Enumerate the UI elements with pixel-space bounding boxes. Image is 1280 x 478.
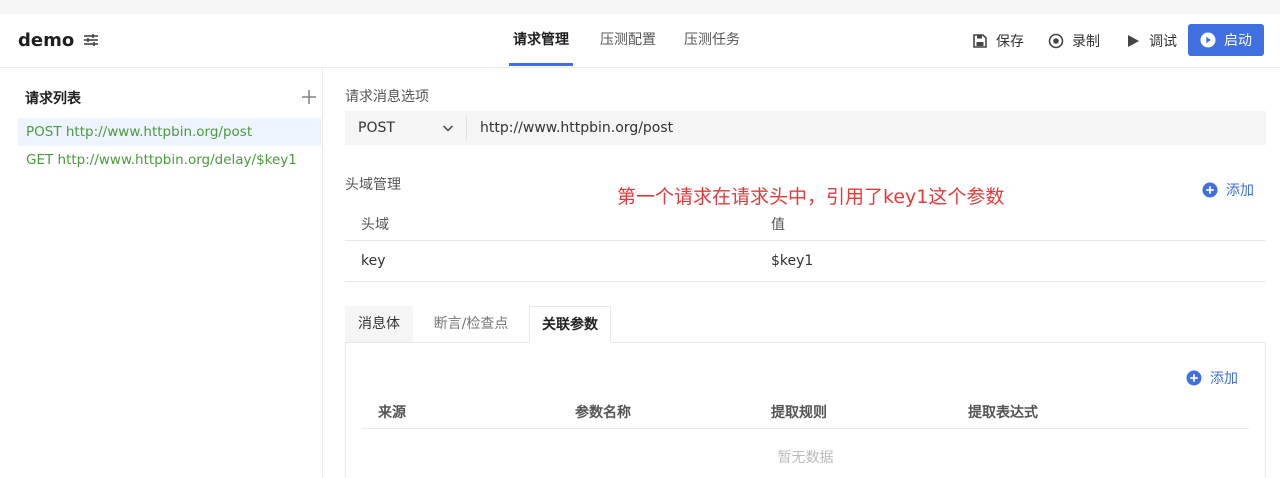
param-col-rule: 提取规则 [771,405,827,421]
debug-button[interactable]: 调试 [1125,30,1177,52]
sliders-icon[interactable] [82,31,100,49]
param-col-source: 来源 [378,405,406,421]
add-param-label: 添加 [1210,371,1238,387]
plus-circle-icon [1202,182,1218,198]
plus-circle-icon [1186,370,1202,386]
active-tab-underline [509,63,573,66]
add-header-label: 添加 [1226,183,1254,199]
tab-request-management[interactable]: 请求管理 [513,14,569,68]
tab-load-config[interactable]: 压测配置 [600,14,656,68]
url-input[interactable] [467,111,1266,145]
method-select[interactable]: POST [345,111,465,145]
record-icon [1048,33,1064,49]
plus-icon[interactable] [300,88,318,106]
header-row-value[interactable]: $key1 [771,253,813,269]
method-value: POST [358,120,395,136]
project-title: demo [18,30,75,51]
request-item-get[interactable]: GET http://www.httpbin.org/delay/$key1 [18,146,321,174]
request-item-post[interactable]: POST http://www.httpbin.org/post [18,118,321,146]
correlation-params-panel: 添加 来源 参数名称 提取规则 提取表达式 暂无数据 [345,342,1266,478]
start-label: 启动 [1224,33,1252,49]
save-button[interactable]: 保存 [972,30,1024,52]
param-col-name: 参数名称 [575,405,631,421]
add-header-button[interactable]: 添加 [1202,180,1254,200]
request-editor: 请求消息选项 POST 头域管理 第一个请求在请求头中，引用了key1这个参数 … [323,68,1280,478]
header-col-name: 头域 [361,217,389,233]
header-row-name[interactable]: key [361,253,386,269]
chevron-down-icon [442,125,454,132]
play-icon [1128,35,1139,47]
save-icon [973,34,987,48]
param-table-divider [362,428,1249,429]
add-param-button[interactable]: 添加 [1186,368,1238,388]
header-management-label: 头域管理 [345,177,401,193]
header-bar: demo 请求管理 压测配置 压测任务 保存 录制 调试 启动 [0,14,1280,68]
record-label: 录制 [1072,34,1100,50]
annotation-note: 第一个请求在请求头中，引用了key1这个参数 [617,186,1005,208]
header-row-divider [345,281,1266,282]
subtab-assertions[interactable]: 断言/检查点 [421,306,521,343]
debug-label: 调试 [1149,34,1177,50]
top-strip [0,0,1280,14]
tab-load-task[interactable]: 压测任务 [684,14,740,68]
save-label: 保存 [996,34,1024,50]
request-sidebar: 请求列表 POST http://www.httpbin.org/post GE… [0,68,323,478]
record-button[interactable]: 录制 [1048,30,1100,52]
url-bar: POST [345,111,1266,145]
param-col-expression: 提取表达式 [968,405,1038,421]
subtab-body[interactable]: 消息体 [345,306,413,343]
empty-state-text: 暂无数据 [777,450,834,466]
request-options-label: 请求消息选项 [345,89,429,105]
header-table-divider [345,240,1266,241]
header-col-value: 值 [771,217,785,233]
start-button[interactable]: 启动 [1188,24,1264,56]
sidebar-title: 请求列表 [25,91,81,107]
subtab-correlation-params[interactable]: 关联参数 [529,306,611,343]
play-circle-icon [1200,32,1216,48]
